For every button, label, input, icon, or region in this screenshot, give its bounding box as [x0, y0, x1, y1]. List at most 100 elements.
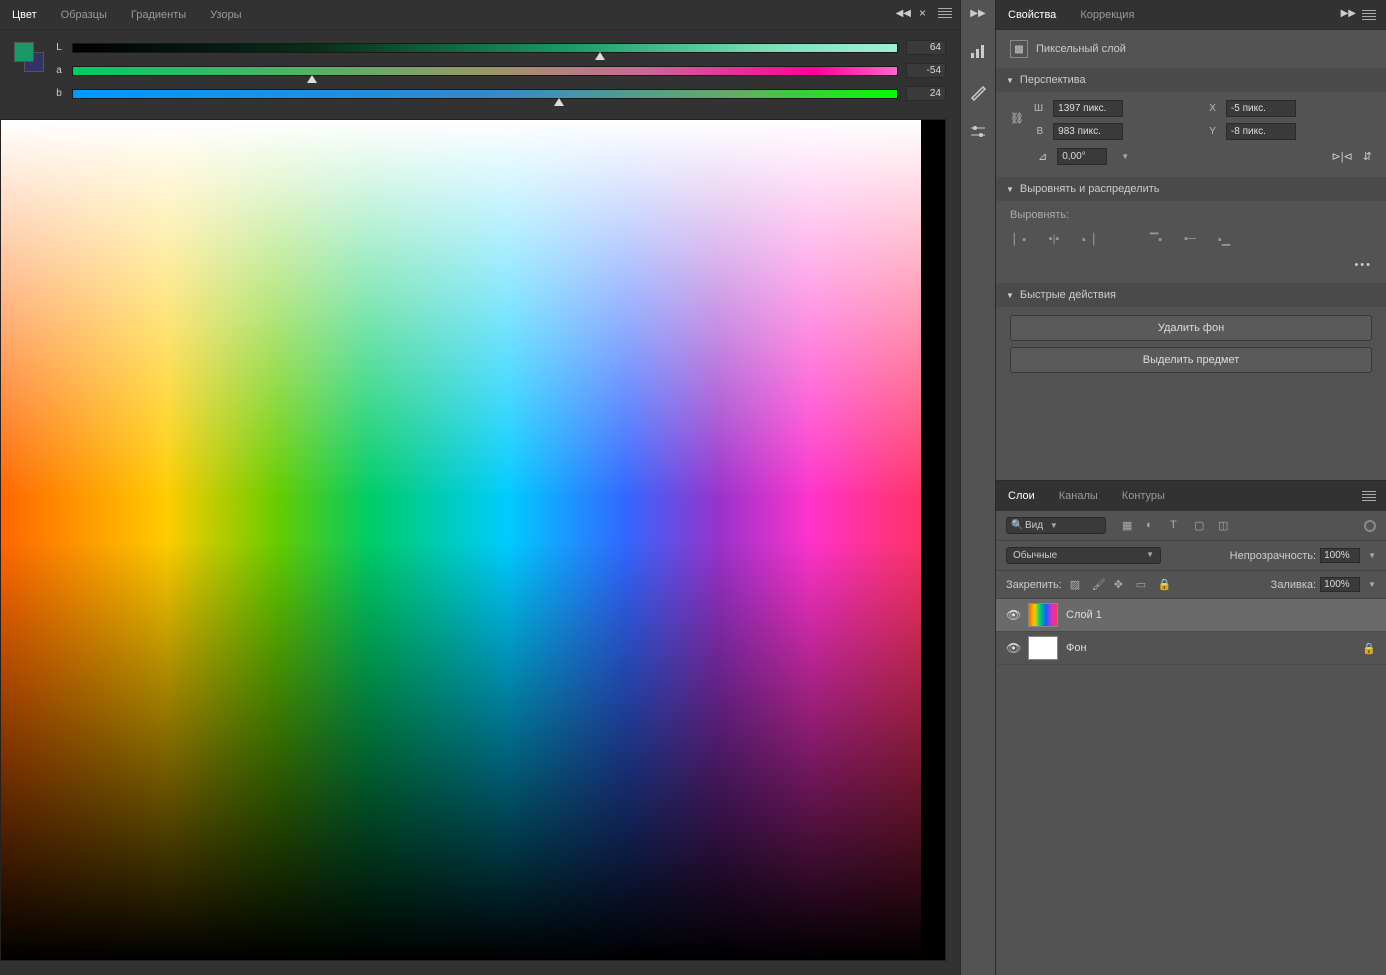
filter-toggle[interactable]: [1364, 520, 1376, 532]
l-label: L: [54, 42, 64, 53]
layer-name[interactable]: Фон: [1066, 642, 1087, 654]
l-value[interactable]: 64: [906, 40, 946, 55]
chevron-down-icon: ▼: [1006, 76, 1014, 85]
tab-color[interactable]: Цвет: [0, 1, 49, 29]
color-sliders: L 64 a -54 b 24: [0, 30, 960, 115]
align-left-icon[interactable]: ▏▪: [1010, 229, 1030, 249]
l-thumb[interactable]: [595, 52, 605, 60]
props-menu-icon[interactable]: [1358, 10, 1380, 20]
align-center-v-icon[interactable]: ▪─: [1180, 229, 1200, 249]
width-label: Ш: [1034, 103, 1043, 114]
a-value[interactable]: -54: [906, 63, 946, 78]
layers-list: 👁 Слой 1 👁 Фон 🔒: [996, 599, 1386, 975]
flip-v-icon[interactable]: ⇵: [1363, 150, 1372, 163]
color-spectrum[interactable]: [0, 119, 946, 961]
tab-gradients[interactable]: Градиенты: [119, 1, 198, 29]
more-options-icon[interactable]: •••: [1010, 259, 1372, 271]
tab-paths[interactable]: Контуры: [1110, 482, 1177, 510]
tab-layers[interactable]: Слои: [996, 482, 1047, 510]
align-top-icon[interactable]: ▔▪: [1146, 229, 1166, 249]
visibility-icon[interactable]: 👁: [1006, 641, 1020, 655]
flip-h-icon[interactable]: ⊳|⊲: [1331, 150, 1352, 163]
layers-panel: Слои Каналы Контуры 🔍 Вид ▼ ▦ ◐ T ▢ ◫ Об…: [996, 480, 1386, 975]
b-thumb[interactable]: [554, 98, 564, 106]
lock-transparent-icon[interactable]: ▨: [1070, 578, 1084, 592]
tab-adjustments[interactable]: Коррекция: [1068, 1, 1146, 29]
opacity-dropdown-icon[interactable]: ▼: [1368, 551, 1376, 560]
collapsed-dock: ▶▶: [960, 0, 996, 975]
layer-thumbnail[interactable]: [1028, 636, 1058, 660]
layer-item[interactable]: 👁 Слой 1: [996, 599, 1386, 632]
quick-actions-header[interactable]: ▼ Быстрые действия: [996, 283, 1386, 307]
angle-dropdown-icon[interactable]: ▼: [1121, 152, 1129, 161]
transform-title: Перспектива: [1020, 74, 1086, 86]
height-input[interactable]: [1053, 123, 1123, 140]
tab-patterns[interactable]: Узоры: [198, 1, 253, 29]
layer-name[interactable]: Слой 1: [1066, 609, 1102, 621]
tab-channels[interactable]: Каналы: [1047, 482, 1110, 510]
collapse-props-icon[interactable]: ▶▶: [1341, 8, 1356, 19]
tab-properties[interactable]: Свойства: [996, 1, 1068, 29]
remove-background-button[interactable]: Удалить фон: [1010, 315, 1372, 341]
adjustments-icon[interactable]: [967, 121, 989, 143]
lock-icon[interactable]: 🔒: [1362, 642, 1376, 655]
filter-smart-icon[interactable]: ◫: [1218, 519, 1232, 533]
l-slider[interactable]: [72, 43, 898, 53]
filter-adjust-icon[interactable]: ◐: [1146, 519, 1160, 533]
y-input[interactable]: [1226, 123, 1296, 140]
align-sublabel: Выровнять:: [1010, 209, 1372, 221]
align-section-header[interactable]: ▼ Выровнять и распределить: [996, 177, 1386, 201]
align-bottom-icon[interactable]: ▪▁: [1214, 229, 1234, 249]
visibility-icon[interactable]: 👁: [1006, 608, 1020, 622]
foreground-color[interactable]: [14, 42, 34, 62]
blend-mode-dropdown[interactable]: Обычные▼: [1006, 547, 1161, 564]
angle-icon: ⊿: [1038, 150, 1047, 163]
layer-type-label: Пиксельный слой: [1036, 43, 1126, 55]
x-input[interactable]: [1226, 100, 1296, 117]
select-subject-button[interactable]: Выделить предмет: [1010, 347, 1372, 373]
expand-right-icon[interactable]: ▶▶: [970, 8, 985, 19]
opacity-label: Непрозрачность:: [1230, 550, 1316, 562]
filter-text-icon[interactable]: T: [1170, 519, 1184, 533]
panel-menu-icon[interactable]: [934, 8, 956, 18]
lock-pixels-icon[interactable]: 🖌: [1092, 578, 1106, 592]
lock-artboard-icon[interactable]: ▭: [1136, 578, 1150, 592]
chevron-down-icon: ▼: [1006, 291, 1014, 300]
align-center-h-icon[interactable]: ▪|▪: [1044, 229, 1064, 249]
transform-section-header[interactable]: ▼ Перспектива: [996, 68, 1386, 92]
align-right-icon[interactable]: ▪▕: [1078, 229, 1098, 249]
collapse-left-icon[interactable]: ◀◀: [896, 8, 911, 19]
filter-shape-icon[interactable]: ▢: [1194, 519, 1208, 533]
angle-input[interactable]: [1057, 148, 1107, 165]
width-input[interactable]: [1053, 100, 1123, 117]
brush-icon[interactable]: [967, 81, 989, 103]
b-value[interactable]: 24: [906, 86, 946, 101]
tab-swatches[interactable]: Образцы: [49, 1, 119, 29]
close-icon[interactable]: ×: [915, 6, 930, 20]
link-icon[interactable]: ⛓: [1010, 112, 1024, 125]
b-slider[interactable]: [72, 89, 898, 99]
histogram-icon[interactable]: [967, 41, 989, 63]
fill-input[interactable]: [1320, 577, 1360, 592]
opacity-input[interactable]: [1320, 548, 1360, 563]
foreground-background-swatch[interactable]: [14, 42, 44, 72]
lock-position-icon[interactable]: ✥: [1114, 578, 1128, 592]
layer-filter-dropdown[interactable]: 🔍 Вид ▼: [1006, 517, 1106, 534]
color-panel: Цвет Образцы Градиенты Узоры ◀◀ × L 64 a…: [0, 0, 960, 975]
a-label: a: [54, 65, 64, 76]
quick-actions-title: Быстрые действия: [1020, 289, 1116, 301]
layers-menu-icon[interactable]: [1358, 491, 1380, 501]
lock-all-icon[interactable]: 🔒: [1158, 578, 1172, 592]
right-panel: Свойства Коррекция ▶▶ ▩ Пиксельный слой …: [996, 0, 1386, 975]
layer-thumbnail[interactable]: [1028, 603, 1058, 627]
y-label: Y: [1209, 126, 1216, 137]
b-label: b: [54, 88, 64, 99]
filter-pixel-icon[interactable]: ▦: [1122, 519, 1136, 533]
a-slider[interactable]: [72, 66, 898, 76]
properties-tabs: Свойства Коррекция ▶▶: [996, 0, 1386, 30]
fill-dropdown-icon[interactable]: ▼: [1368, 580, 1376, 589]
a-thumb[interactable]: [307, 75, 317, 83]
layer-item[interactable]: 👁 Фон 🔒: [996, 632, 1386, 665]
lock-label: Закрепить:: [1006, 579, 1062, 591]
color-tabs: Цвет Образцы Градиенты Узоры ◀◀ ×: [0, 0, 960, 30]
